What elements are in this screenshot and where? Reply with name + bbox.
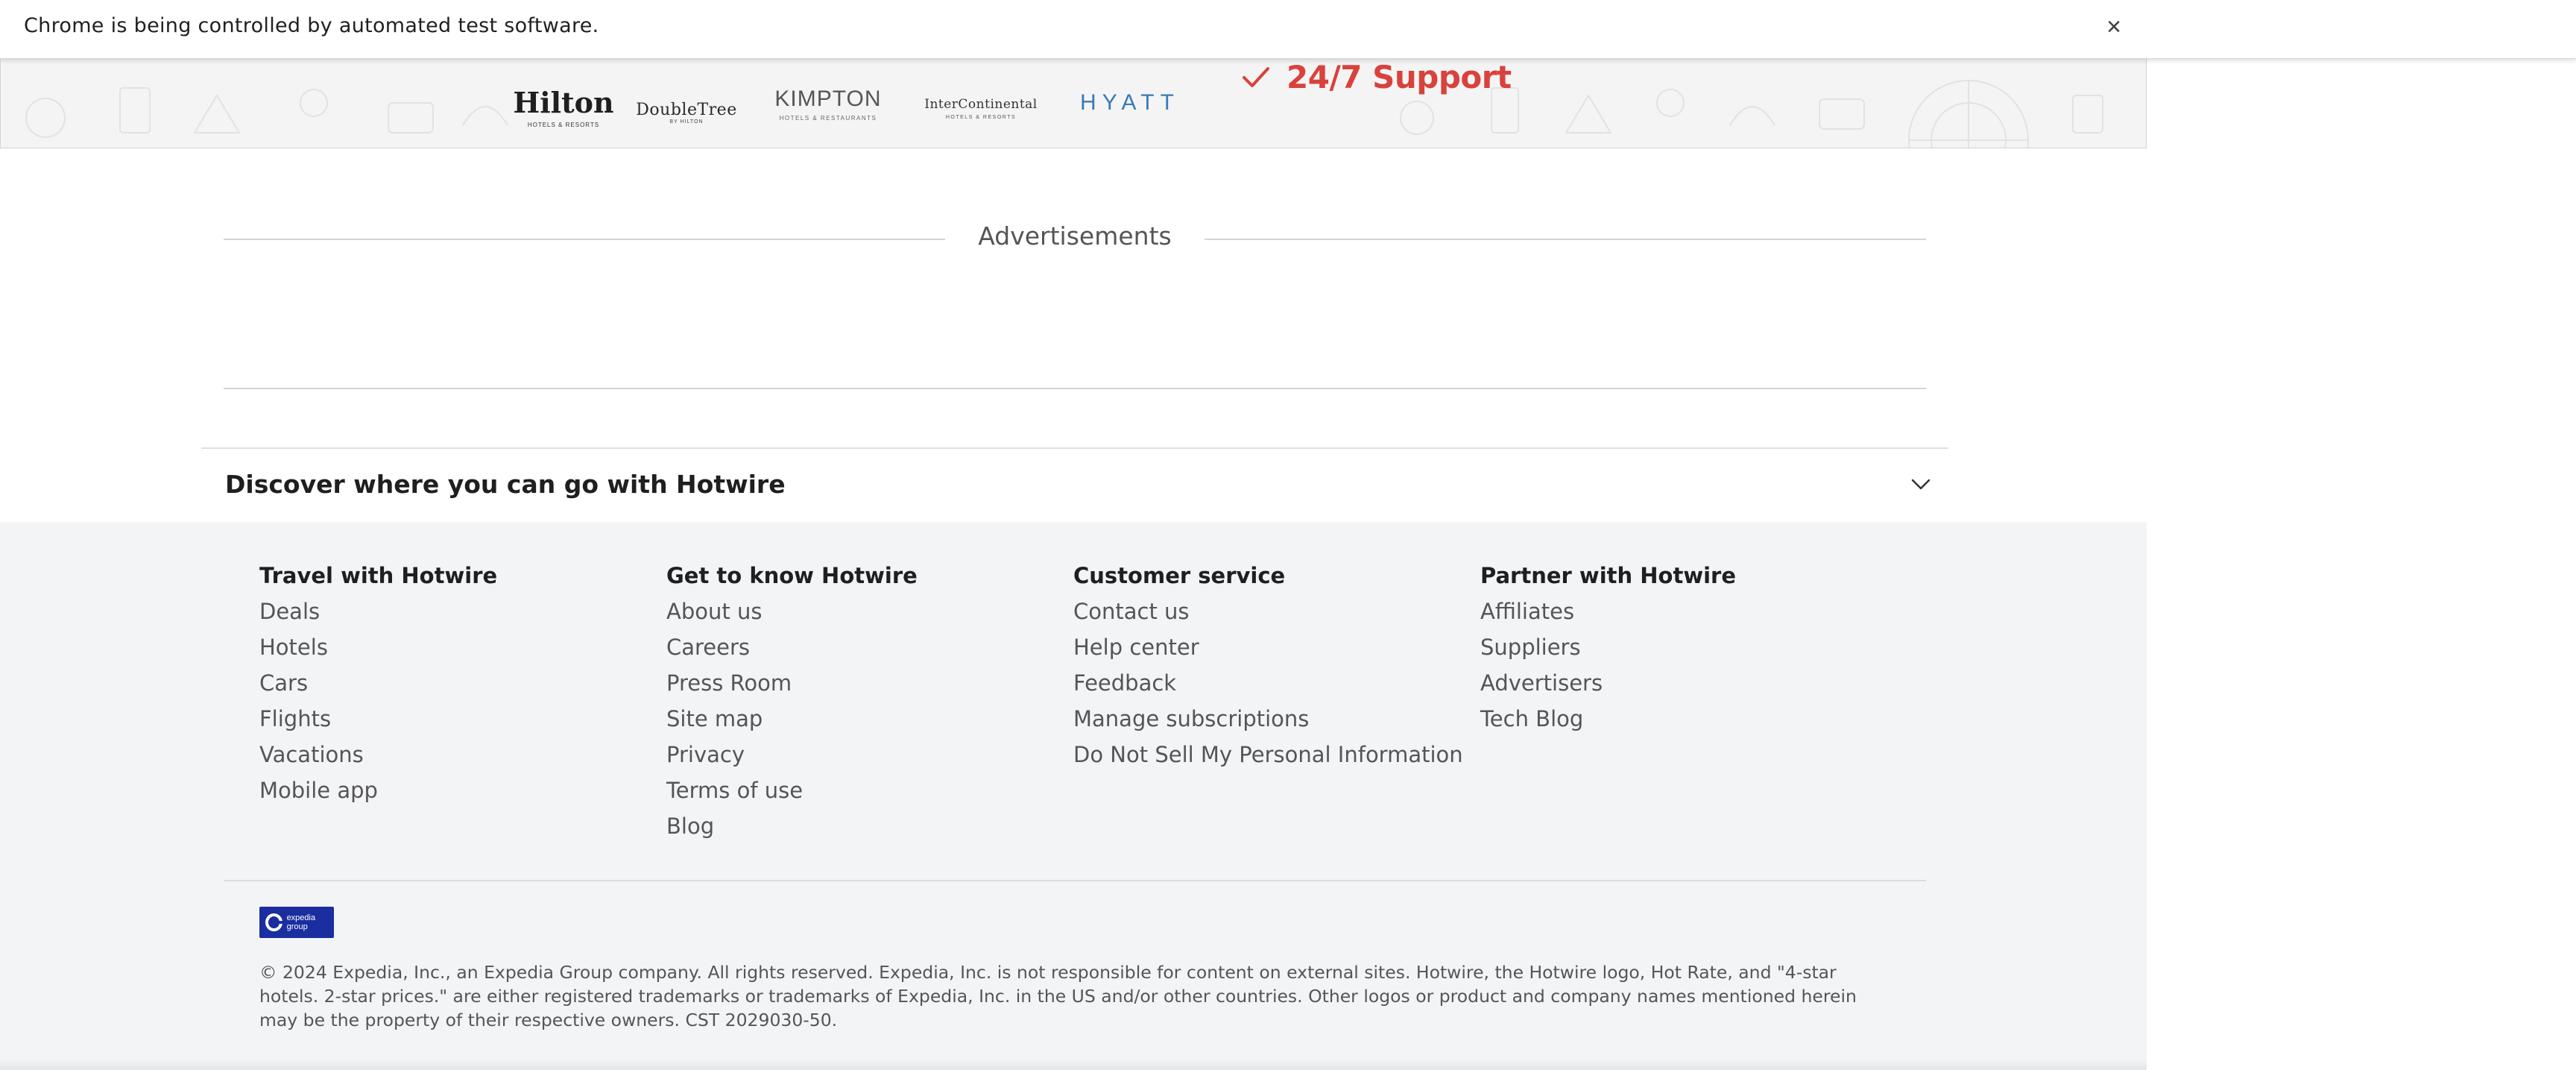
intercontinental-logo: InterContinental HOTELS & RESORTS (923, 58, 1039, 148)
footer-heading: Partner with Hotwire (1480, 563, 1737, 588)
discover-title: Discover where you can go with Hotwire (225, 470, 786, 499)
footer-link-tech-blog[interactable]: Tech Blog (1480, 704, 1736, 740)
expedia-group-logo[interactable]: expedia group (259, 907, 334, 938)
hilton-logo: Hilton HOTELS & RESORTS (513, 58, 613, 148)
footer-heading: Customer service (1073, 563, 1286, 588)
footer-link-blog[interactable]: Blog (666, 811, 918, 847)
footer-link-affiliates[interactable]: Affiliates (1480, 597, 1736, 632)
footer-link-suppliers[interactable]: Suppliers (1480, 632, 1736, 668)
footer-link-help-center[interactable]: Help center (1073, 632, 1463, 668)
footer-link-advertisers[interactable]: Advertisers (1480, 668, 1736, 704)
discover-accordion[interactable]: Discover where you can go with Hotwire (201, 447, 1948, 523)
footer-link-privacy[interactable]: Privacy (666, 740, 918, 775)
footer-link-hotels[interactable]: Hotels (259, 632, 497, 668)
footer-link-feedback[interactable]: Feedback (1073, 668, 1463, 704)
checkmark-icon (1243, 67, 1269, 87)
infobar-message: Chrome is being controlled by automated … (24, 14, 599, 37)
footer-divider (224, 880, 1926, 881)
copyright-text: © 2024 Expedia, Inc., an Expedia Group c… (259, 962, 1857, 1030)
footer-link-site-map[interactable]: Site map (666, 704, 918, 740)
footer-link-deals[interactable]: Deals (259, 597, 497, 632)
brand-strip: Hilton HOTELS & RESORTS DoubleTree BY HI… (0, 58, 2147, 148)
footer-column-partner: Partner with Hotwire Affiliates Supplier… (1480, 561, 1736, 740)
footer-link-mobile-app[interactable]: Mobile app (259, 775, 497, 811)
hilton-logo-name: Hilton (513, 85, 614, 119)
doubletree-logo-sub: BY HILTON (669, 119, 704, 125)
kimpton-logo-sub: HOTELS & RESTAURANTS (779, 114, 877, 122)
footer-column-about: Get to know Hotwire About us Careers Pre… (666, 561, 918, 847)
footer-link-do-not-sell[interactable]: Do Not Sell My Personal Information (1073, 740, 1463, 775)
expedia-mark-icon (265, 913, 282, 931)
bottom-shadow (0, 1059, 2147, 1070)
footer-link-cars[interactable]: Cars (259, 668, 497, 704)
close-icon[interactable]: × (2097, 10, 2130, 43)
automation-infobar: Chrome is being controlled by automated … (0, 0, 2576, 59)
hyatt-logo: HYATT (1074, 58, 1186, 148)
footer-link-vacations[interactable]: Vacations (259, 740, 497, 775)
support-badge: 24/7 Support (1240, 58, 1512, 95)
ads-divider-left (224, 239, 945, 240)
footer-link-contact-us[interactable]: Contact us (1073, 597, 1463, 632)
doubletree-logo-name: DoubleTree (636, 101, 737, 119)
footer-link-flights[interactable]: Flights (259, 704, 497, 740)
hilton-logo-sub: HOTELS & RESORTS (527, 121, 600, 128)
ads-label: Advertisements (978, 221, 1172, 251)
footer-link-careers[interactable]: Careers (666, 632, 918, 668)
doubletree-logo: DoubleTree BY HILTON (636, 58, 736, 148)
footer-link-about-us[interactable]: About us (666, 597, 918, 632)
ads-divider-right (1205, 239, 1926, 240)
footer-heading: Get to know Hotwire (666, 563, 918, 588)
footer-link-press-room[interactable]: Press Room (666, 668, 918, 704)
chevron-down-icon[interactable] (1908, 471, 1933, 497)
support-text: 24/7 Support (1287, 58, 1512, 95)
intercontinental-logo-name: InterContinental (924, 96, 1038, 112)
kimpton-logo: KIMPTON HOTELS & RESTAURANTS (772, 58, 884, 148)
footer-column-customer-service: Customer service Contact us Help center … (1073, 561, 1463, 775)
site-footer: Travel with Hotwire Deals Hotels Cars Fl… (0, 522, 2147, 1070)
blank-area (2147, 0, 2576, 1070)
footer-column-travel: Travel with Hotwire Deals Hotels Cars Fl… (259, 561, 497, 811)
kimpton-logo-name: KIMPTON (774, 86, 882, 111)
footer-link-manage-subscriptions[interactable]: Manage subscriptions (1073, 704, 1463, 740)
footer-link-terms[interactable]: Terms of use (666, 775, 918, 811)
hyatt-logo-name: HYATT (1080, 90, 1180, 115)
expedia-logo-text: expedia group (286, 913, 316, 931)
intercontinental-logo-sub: HOTELS & RESORTS (945, 114, 1017, 120)
ads-divider-bottom (224, 388, 1926, 389)
background-pattern (25, 80, 2103, 148)
footer-heading: Travel with Hotwire (259, 563, 498, 588)
